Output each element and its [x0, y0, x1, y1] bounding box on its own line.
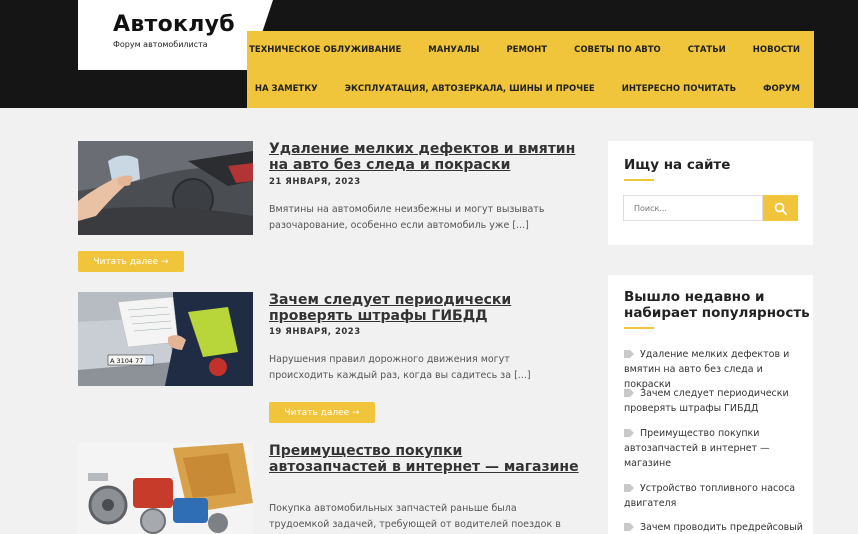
nav-row-1: Техническое облуживание Мануалы Ремонт С…: [247, 42, 814, 58]
tag-icon: [624, 389, 634, 397]
tag-icon: [624, 523, 634, 531]
site-subtitle: Форум автомобилиста: [113, 40, 208, 49]
search-button[interactable]: [763, 195, 798, 221]
popular-list-item[interactable]: Зачем проводить предрейсовый: [624, 520, 804, 534]
nav-item-tips[interactable]: Советы по авто: [574, 45, 661, 55]
search-icon: [774, 202, 787, 215]
post-excerpt: Вмятины на автомобиле неизбежны и могут …: [269, 204, 545, 231]
popular-list-item[interactable]: Зачем следует периодически проверять штр…: [624, 386, 804, 416]
tag-icon: [624, 429, 634, 437]
search-widget: Ищу на сайте: [608, 141, 813, 245]
auto-parts-image: [78, 443, 253, 534]
site-title[interactable]: Автоклуб: [113, 12, 235, 37]
read-more-button[interactable]: Читать далее →: [78, 251, 184, 272]
popular-item-link[interactable]: Устройство топливного насоса двигателя: [624, 483, 795, 509]
nav-item-maintenance[interactable]: Техническое облуживание: [249, 45, 401, 55]
post-title[interactable]: Удаление мелких дефектов и вмятин на авт…: [269, 141, 579, 173]
tag-icon: [624, 350, 634, 358]
popular-widget-title: Вышло недавно и набирает популярность: [624, 289, 810, 321]
nav-item-manuals[interactable]: Мануалы: [428, 45, 479, 55]
read-more-button[interactable]: Читать далее →: [269, 402, 375, 423]
popular-item-link[interactable]: Удаление мелких дефектов и вмятин на авт…: [624, 349, 789, 390]
nav-item-interesting[interactable]: Интересно почитать: [622, 84, 736, 94]
popular-item-link[interactable]: Преимущество покупки автозапчастей в инт…: [624, 428, 770, 469]
popular-item-link[interactable]: Зачем следует периодически проверять штр…: [624, 388, 789, 414]
search-widget-title: Ищу на сайте: [624, 157, 731, 173]
post-date: 19 ЯНВАРЯ, 2023: [269, 327, 361, 337]
post-excerpt: Покупка автомобильных запчастей раньше б…: [269, 503, 561, 530]
post-thumbnail[interactable]: А 3104 77: [78, 292, 253, 386]
post-excerpt: Нарушения правил дорожного движения могу…: [269, 354, 531, 381]
popular-list-item[interactable]: Преимущество покупки автозапчастей в инт…: [624, 426, 804, 471]
nav-row-2: На заметку Эксплуатация, автозеркала, ши…: [247, 81, 814, 97]
post-thumbnail[interactable]: [78, 141, 253, 235]
post-title[interactable]: Зачем следует периодически проверять штр…: [269, 292, 579, 324]
nav-item-exploitation[interactable]: Эксплуатация, автозеркала, шины и прочее: [345, 84, 595, 94]
nav-item-notes[interactable]: На заметку: [255, 84, 318, 94]
nav-item-articles[interactable]: Статьи: [688, 45, 726, 55]
car-dent-repair-image: [78, 141, 253, 235]
nav-item-forum[interactable]: Форум: [763, 84, 800, 94]
post-title[interactable]: Преимущество покупки автозапчастей в инт…: [269, 443, 579, 475]
post-thumbnail[interactable]: [78, 443, 253, 534]
nav-item-repair[interactable]: Ремонт: [506, 45, 547, 55]
main-nav: Техническое облуживание Мануалы Ремонт С…: [247, 31, 814, 108]
title-accent-line: [624, 327, 654, 329]
popular-widget: Вышло недавно и набирает популярность Уд…: [608, 275, 813, 534]
nav-item-news[interactable]: Новости: [753, 45, 800, 55]
license-plate: А 3104 77: [110, 357, 143, 365]
traffic-police-image: А 3104 77: [78, 292, 253, 386]
search-input[interactable]: [623, 195, 763, 221]
site-header: Автоклуб Форум автомобилиста Техническое…: [0, 0, 858, 108]
title-accent-line: [624, 179, 654, 181]
popular-list-item[interactable]: Устройство топливного насоса двигателя: [624, 481, 804, 511]
tag-icon: [624, 484, 634, 492]
popular-item-link[interactable]: Зачем проводить предрейсовый: [640, 522, 803, 533]
post-date: 21 ЯНВАРЯ, 2023: [269, 177, 361, 187]
site-logo[interactable]: Автоклуб Форум автомобилиста: [78, 0, 273, 70]
